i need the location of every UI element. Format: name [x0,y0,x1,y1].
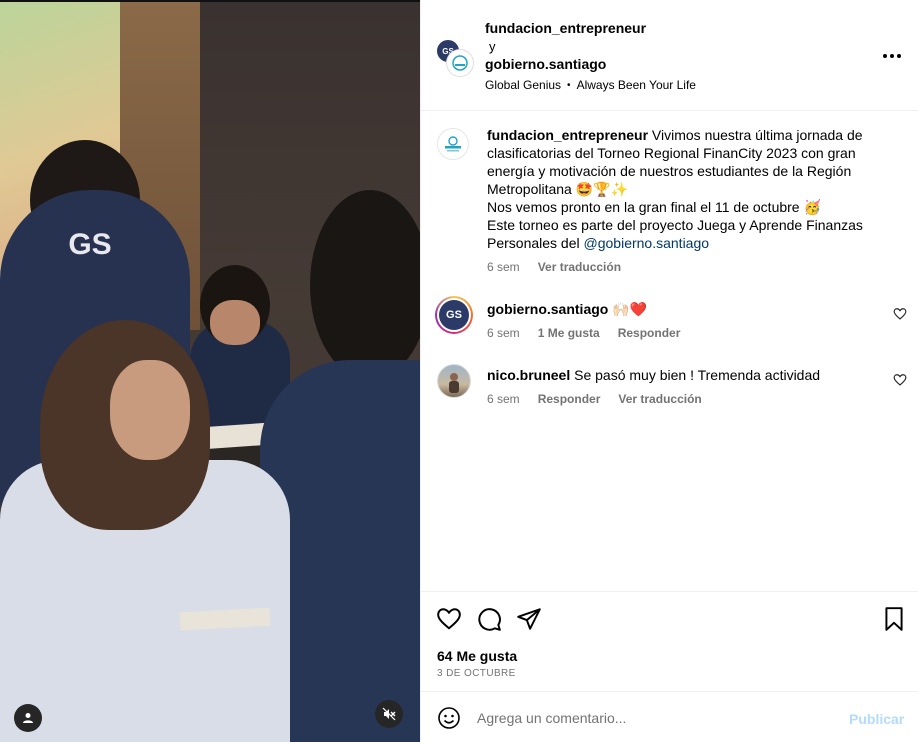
post-date[interactable]: 3 DE OCTUBRE [437,668,516,679]
post-details-panel: GS fundacion_entrepreneur y gobierno.san… [420,0,918,742]
comment-content: 🙌🏻❤️ [612,301,648,317]
post-header: GS fundacion_entrepreneur y gobierno.san… [421,0,918,111]
caption-avatar[interactable] [437,128,469,160]
audio-artist[interactable]: Global Genius [485,78,561,92]
header-username-2[interactable]: gobierno.santiago [485,56,606,72]
comment-avatar[interactable] [437,364,471,398]
gs-shirt-logo: GS [68,228,112,261]
caption-mention[interactable]: @gobierno.santiago [584,235,710,251]
fundacion-logo-icon [452,55,468,71]
avatar-fundacion [447,50,473,76]
comment-meta: 6 sem 1 Me gusta Responder [487,326,680,340]
more-dot [890,54,894,58]
header-username-1[interactable]: fundacion_entrepreneur [485,20,646,36]
audio-separator: • [567,79,571,91]
add-comment-bar: Publicar [421,691,918,742]
comment-meta: 6 sem Responder Ver traducción [487,392,702,406]
share-send-icon[interactable] [516,606,542,632]
comment-reply-button[interactable]: Responder [618,326,681,340]
caption-translate-button[interactable]: Ver traducción [538,260,621,274]
more-dot [897,54,901,58]
likes-count[interactable]: 64 Me gusta [437,648,517,664]
gs-avatar-text: GS [439,300,469,330]
mute-button[interactable] [375,700,403,728]
comment-likes[interactable]: 1 Me gusta [538,326,600,340]
caption-meta: 6 sem Ver traducción [487,260,621,274]
caption-username[interactable]: fundacion_entrepreneur [487,127,648,143]
audio-attribution[interactable]: Global Genius • Always Been Your Life [485,78,696,92]
comment-like-icon[interactable] [893,307,907,321]
comment-username[interactable]: gobierno.santiago [487,301,608,317]
more-options-button[interactable] [881,46,903,66]
comment-reply-button[interactable]: Responder [538,392,601,406]
save-bookmark-icon[interactable] [881,606,907,632]
comment-content: Se pasó muy bien ! Tremenda actividad [574,367,821,383]
comment-text: nico.bruneel Se pasó muy bien ! Tremenda… [487,366,867,384]
user-icon [23,713,33,723]
person-photo-icon [449,373,459,393]
caption-line-2: Nos vemos pronto en la gran final el 11 … [487,199,821,215]
comment-avatar[interactable]: GS [435,296,473,334]
comment-time[interactable]: 6 sem [487,392,520,406]
header-conjunction: y [489,39,496,54]
like-heart-icon[interactable] [436,606,462,632]
comment-bubble-icon[interactable] [476,606,502,632]
comment-translate-button[interactable]: Ver traducción [618,392,701,406]
caption-text: fundacion_entrepreneur Vivimos nuestra ú… [487,126,905,252]
publish-button[interactable]: Publicar [849,711,904,727]
collab-avatars[interactable]: GS [435,38,475,78]
post-actions: 64 Me gusta 3 DE OCTUBRE [421,591,918,691]
comment-username[interactable]: nico.bruneel [487,367,570,383]
caption-time[interactable]: 6 sem [487,260,520,274]
more-dot [883,54,887,58]
tagged-users-button[interactable] [14,704,42,732]
comment-time[interactable]: 6 sem [487,326,520,340]
audio-title[interactable]: Always Been Your Life [577,78,696,92]
comment-input[interactable] [477,706,837,730]
video-frame: GS [0,0,420,742]
muted-speaker-icon [382,707,396,721]
post-video[interactable]: GS [0,0,420,742]
comment-text: gobierno.santiago 🙌🏻❤️ [487,300,867,318]
emoji-icon[interactable] [437,706,461,730]
comment-like-icon[interactable] [893,373,907,387]
fundacion-logo-icon [445,136,461,152]
